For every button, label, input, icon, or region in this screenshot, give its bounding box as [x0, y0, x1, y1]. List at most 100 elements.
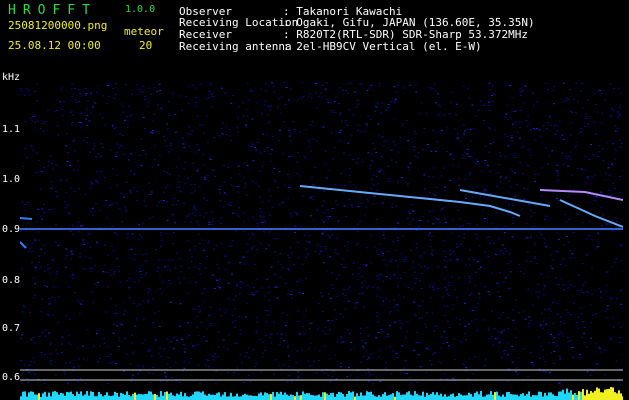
noise-speck	[296, 212, 299, 214]
noise-speck	[581, 221, 584, 223]
histogram-bar	[370, 391, 372, 400]
noise-speck	[152, 130, 155, 131]
noise-speck	[246, 169, 249, 171]
noise-speck	[407, 217, 410, 219]
noise-speck	[115, 233, 118, 235]
noise-speck	[90, 188, 93, 190]
noise-speck	[592, 122, 595, 124]
noise-speck	[220, 223, 223, 224]
histogram-bar	[546, 395, 548, 400]
histogram-bar	[550, 392, 552, 400]
noise-speck	[131, 377, 134, 379]
noise-speck	[236, 186, 239, 187]
noise-speck	[534, 256, 537, 258]
noise-speck	[94, 156, 97, 158]
info-key-antenna: Receiving antenna	[179, 40, 292, 53]
noise-speck	[234, 342, 237, 344]
noise-speck	[242, 115, 245, 117]
noise-speck	[475, 233, 478, 235]
noise-speck	[360, 361, 363, 363]
noise-speck	[468, 97, 471, 99]
noise-speck	[267, 105, 270, 107]
noise-speck	[526, 237, 529, 239]
noise-speck	[78, 366, 81, 367]
noise-speck	[342, 90, 344, 91]
noise-speck	[219, 278, 221, 280]
noise-speck	[377, 123, 380, 125]
noise-speck	[573, 257, 576, 259]
noise-speck	[443, 250, 446, 252]
noise-speck	[411, 204, 414, 206]
histogram-bar	[128, 395, 130, 400]
histogram-bar	[262, 395, 264, 400]
noise-speck	[196, 144, 199, 145]
noise-speck	[121, 135, 124, 136]
noise-speck	[185, 215, 188, 217]
noise-speck	[562, 323, 565, 325]
noise-speck	[78, 231, 80, 233]
noise-speck	[282, 121, 285, 123]
histogram-bar	[328, 395, 330, 400]
noise-speck	[227, 372, 230, 373]
noise-speck	[54, 300, 57, 302]
noise-speck	[350, 82, 353, 84]
noise-speck	[549, 124, 552, 126]
noise-speck	[617, 112, 620, 114]
histogram-bar	[84, 394, 86, 400]
histogram-bar	[576, 394, 578, 400]
histogram-bar	[568, 392, 570, 400]
noise-speck	[259, 170, 262, 172]
noise-speck	[432, 193, 435, 195]
noise-speck	[87, 242, 89, 244]
noise-speck	[319, 292, 322, 294]
noise-speck	[255, 317, 258, 319]
noise-speck	[225, 269, 227, 271]
noise-speck	[494, 253, 497, 255]
noise-speck	[498, 317, 501, 319]
noise-speck	[360, 282, 363, 284]
noise-speck	[561, 152, 564, 154]
noise-speck	[86, 100, 89, 102]
noise-speck	[168, 173, 171, 175]
noise-speck	[125, 116, 128, 117]
noise-speck	[552, 103, 555, 105]
noise-speck	[609, 337, 612, 339]
noise-speck	[72, 114, 75, 116]
noise-speck	[256, 141, 259, 143]
noise-speck	[45, 286, 48, 288]
noise-speck	[327, 217, 330, 219]
noise-speck	[538, 368, 541, 370]
noise-speck	[484, 365, 486, 367]
noise-speck	[469, 223, 472, 225]
noise-speck	[196, 326, 199, 328]
noise-speck	[506, 263, 509, 265]
noise-speck	[467, 323, 470, 325]
noise-speck	[194, 184, 197, 186]
noise-speck	[153, 114, 156, 116]
noise-speck	[619, 192, 622, 194]
noise-speck	[444, 256, 447, 258]
noise-speck	[415, 84, 418, 86]
noise-speck	[204, 267, 207, 269]
noise-speck	[264, 334, 267, 336]
noise-speck	[527, 204, 530, 205]
noise-speck	[115, 305, 118, 307]
noise-speck	[47, 165, 49, 167]
noise-speck	[70, 88, 73, 90]
noise-speck	[468, 358, 471, 360]
noise-speck	[366, 199, 368, 201]
noise-speck	[443, 114, 446, 116]
noise-speck	[357, 273, 360, 275]
noise-speck	[339, 129, 342, 131]
noise-speck	[418, 342, 421, 343]
noise-speck	[209, 325, 212, 326]
noise-speck	[191, 212, 194, 214]
noise-speck	[36, 120, 39, 122]
histogram-bar	[220, 396, 222, 400]
noise-speck	[125, 181, 128, 183]
noise-speck	[60, 179, 62, 181]
noise-speck	[490, 272, 493, 274]
noise-speck	[463, 133, 465, 135]
noise-speck	[431, 253, 434, 255]
noise-speck	[616, 111, 619, 113]
